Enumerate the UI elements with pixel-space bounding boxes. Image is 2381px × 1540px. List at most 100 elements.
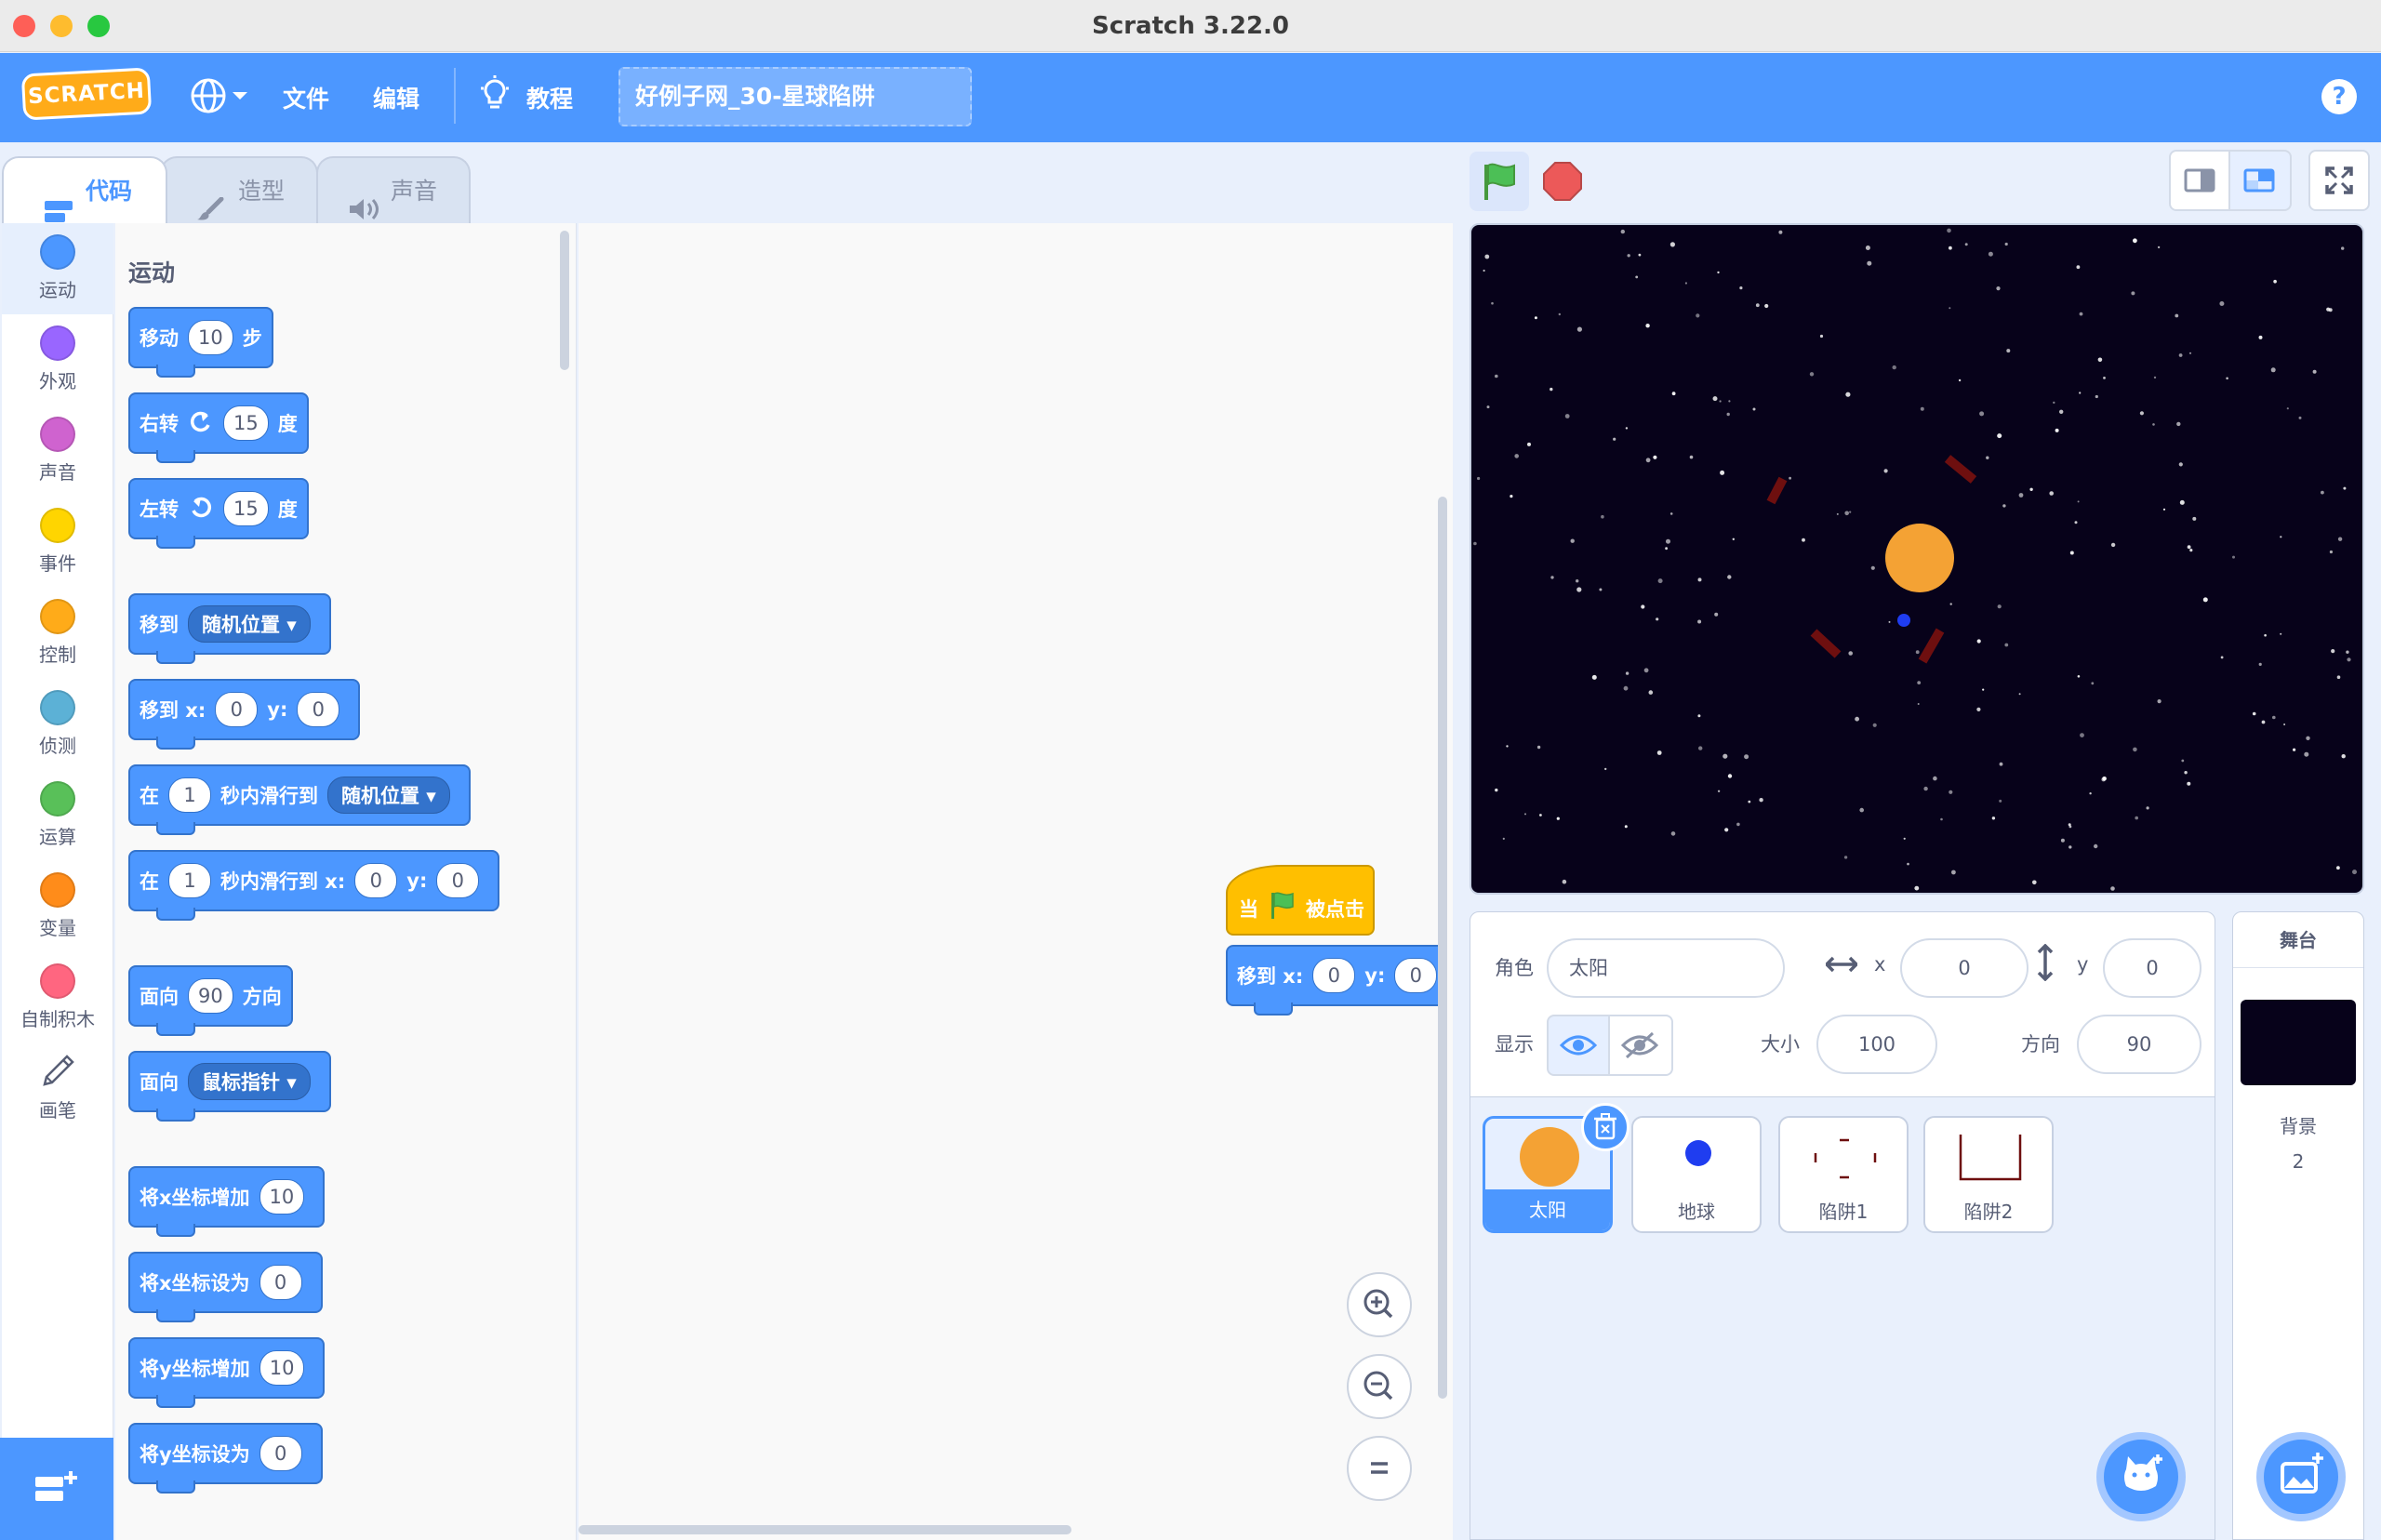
y-input[interactable]: 0 [297,692,340,727]
block-input[interactable]: 10 [259,1179,305,1215]
block-change-y[interactable]: 将y坐标增加 10 [128,1337,326,1408]
workspace-horizontal-scrollbar[interactable] [579,1525,1071,1534]
zoom-out-button[interactable] [1347,1354,1412,1419]
show-sprite-button[interactable] [1547,1015,1610,1076]
block-input[interactable]: 0 [259,1265,302,1300]
equals-icon [1371,1462,1388,1474]
block-input[interactable]: 15 [223,491,269,526]
palette-heading: 运动 [128,259,176,286]
sprite-thumb-trap1[interactable]: 陷阱1 [1778,1116,1909,1233]
large-stage-button[interactable] [2230,150,2292,211]
sprite-thumb-trap2[interactable]: 陷阱2 [1923,1116,2054,1233]
zoom-reset-button[interactable] [1347,1436,1412,1501]
block-glide-menu[interactable]: 在 1 秒内滑行到 随机位置 ▾ [128,764,471,835]
fullscreen-button[interactable] [2308,150,2370,211]
add-backdrop-button[interactable] [2256,1432,2346,1521]
script-goto-xy-block[interactable]: 移到 x: 0 y: 0 [1226,945,1447,1016]
palette-scrollbar[interactable] [560,231,569,370]
goto-target-dropdown[interactable]: 随机位置 ▾ [188,605,311,643]
secs-input[interactable]: 1 [168,863,211,898]
category-operators[interactable]: 运算 [2,770,113,861]
block-input[interactable]: 10 [188,320,233,355]
block-glide-xy[interactable]: 在 1 秒内滑行到 x: 0 y: 0 [128,850,500,921]
block-goto-xy[interactable]: 移到 x: 0 y: 0 [128,679,361,750]
sprite-name-label: 角色 [1495,957,1534,979]
block-set-x[interactable]: 将x坐标设为 0 [128,1252,323,1322]
menu-edit[interactable]: 编辑 [373,81,419,114]
x-input[interactable]: 0 [354,863,398,898]
earth-sprite[interactable] [1897,614,1910,627]
direction-input[interactable]: 90 [2077,1015,2201,1074]
scratch-logo-text: SCRATCH [27,78,146,110]
help-icon[interactable]: ? [2321,79,2357,114]
workspace-vertical-scrollbar[interactable] [1438,497,1447,1399]
block-text: 秒内滑行到 [220,785,318,807]
tutorials-button[interactable]: 教程 [476,70,579,122]
block-move-steps[interactable]: 移动 10 步 [128,307,273,378]
sprite-thumb-earth[interactable]: 地球 [1631,1116,1762,1233]
trap1-thumbnail [1814,1138,1877,1179]
x-input[interactable]: 0 [215,692,259,727]
dropdown-value: 随机位置 [341,785,419,807]
glide-target-dropdown[interactable]: 随机位置 ▾ [327,777,450,814]
language-globe-icon[interactable] [188,75,249,116]
category-motion[interactable]: 运动 [2,223,113,314]
block-input[interactable]: 0 [259,1436,302,1471]
green-flag-button[interactable] [1470,152,1529,211]
category-looks[interactable]: 外观 [2,314,113,405]
eye-hidden-icon [1620,1031,1659,1059]
y-input[interactable]: 0 [436,863,480,898]
operators-dot-icon [40,781,75,816]
sun-sprite[interactable] [1885,524,1954,592]
block-set-y[interactable]: 将y坐标设为 0 [128,1423,323,1494]
category-label: 外观 [39,370,76,392]
delete-sprite-button[interactable] [1581,1103,1629,1151]
block-point-towards[interactable]: 面向 鼠标指针 ▾ [128,1051,331,1122]
category-menu: 运动 外观 声音 事件 控制 侦测 运算 变量 自制积木 画笔 [2,223,113,1540]
direction-input[interactable]: 90 [188,978,233,1014]
block-input[interactable]: 15 [223,405,269,441]
category-sensing[interactable]: 侦测 [2,679,113,770]
tab-costumes[interactable]: 造型 [160,156,318,223]
secs-input[interactable]: 1 [168,777,211,813]
tab-sounds[interactable]: 声音 [316,156,471,223]
add-sprite-button[interactable] [2096,1432,2186,1521]
y-input[interactable]: 0 [1394,958,1438,993]
block-goto-menu[interactable]: 移到 随机位置 ▾ [128,593,331,664]
category-my-blocks[interactable]: 自制积木 [2,952,113,1043]
block-change-x[interactable]: 将x坐标增加 10 [128,1166,326,1237]
category-variables[interactable]: 变量 [2,861,113,952]
menu-file[interactable]: 文件 [283,81,329,114]
scratch-logo[interactable]: SCRATCH [20,67,153,121]
block-point-direction[interactable]: 面向 90 方向 [128,965,293,1036]
zoom-in-icon [1363,1289,1393,1319]
block-turn-right[interactable]: 右转 15 度 [128,392,309,463]
size-input[interactable]: 100 [1816,1015,1937,1074]
x-position-input[interactable]: 0 [1900,938,2029,998]
block-text: 方向 [242,986,282,1008]
add-extension-button[interactable] [0,1438,113,1540]
block-input[interactable]: 10 [259,1350,305,1386]
category-events[interactable]: 事件 [2,497,113,588]
x-input[interactable]: 0 [1312,958,1356,993]
project-title-input[interactable]: 好例子网_30-星球陷阱 [619,67,972,126]
block-turn-left[interactable]: 左转 15 度 [128,478,309,549]
sprite-name-input[interactable]: 太阳 [1547,938,1785,998]
category-sound[interactable]: 声音 [2,405,113,497]
script-workspace[interactable]: 当 被点击 移到 x: 0 y: 0 [579,223,1453,1540]
block-text: 秒内滑行到 x: [220,870,346,893]
y-position-input[interactable]: 0 [2103,938,2201,998]
variables-dot-icon [40,872,75,908]
trap2-thumbnail [1959,1135,2022,1181]
stage-canvas[interactable] [1470,223,2364,895]
zoom-in-button[interactable] [1347,1272,1412,1337]
stop-button[interactable] [1538,157,1587,206]
category-control[interactable]: 控制 [2,588,113,679]
tab-code[interactable]: 代码 [2,156,167,223]
small-stage-button[interactable] [2169,150,2230,211]
hide-sprite-button[interactable] [1610,1015,1673,1076]
towards-dropdown[interactable]: 鼠标指针 ▾ [188,1063,311,1100]
category-pen[interactable]: 画笔 [2,1043,113,1135]
small-stage-icon [2184,168,2215,192]
trap1-segment [1766,476,1788,505]
